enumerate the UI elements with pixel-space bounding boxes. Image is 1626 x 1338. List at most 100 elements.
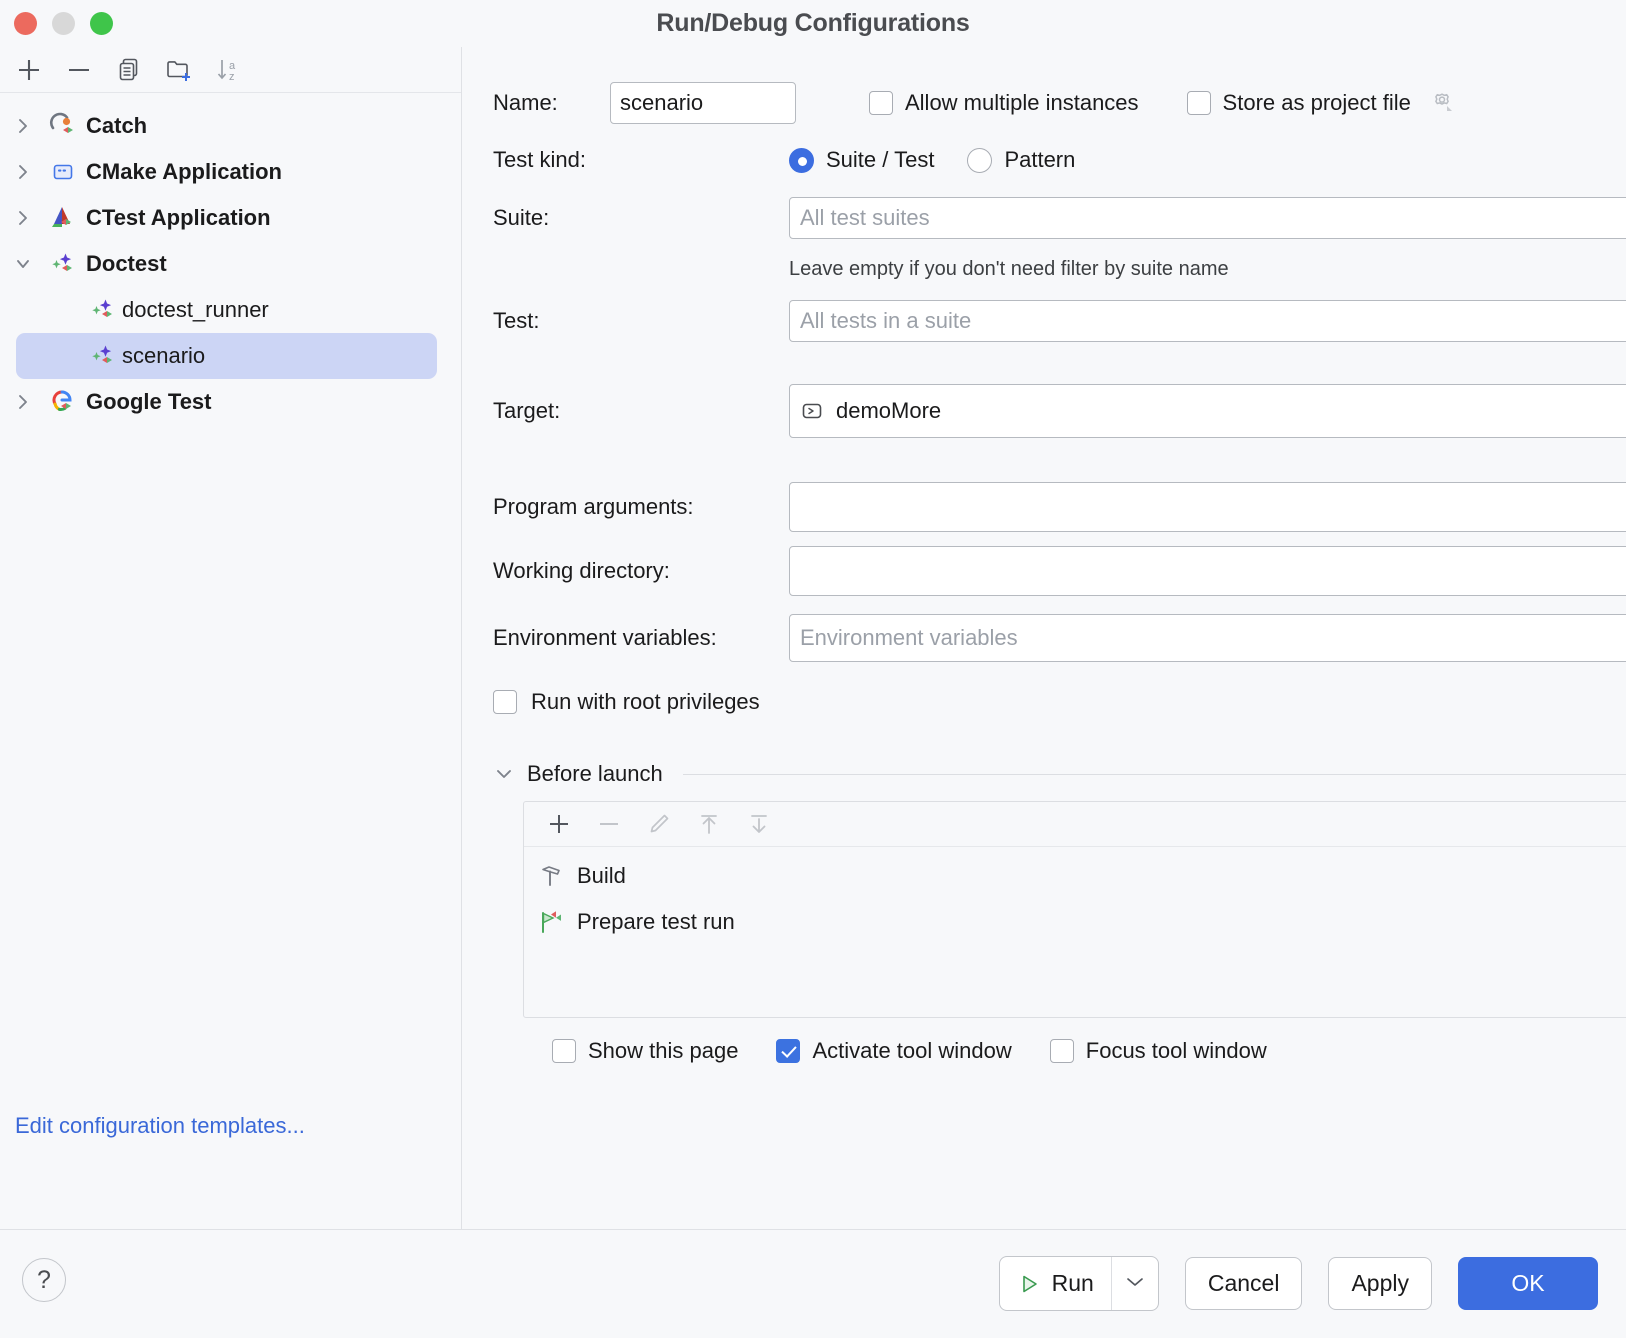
tree-item-doctest-runner[interactable]: doctest_runner bbox=[16, 287, 437, 333]
target-combobox[interactable]: demoMore bbox=[789, 384, 1626, 438]
before-launch-section-header[interactable]: Before launch bbox=[462, 761, 1626, 787]
tree-item-ctest-application[interactable]: CTest Application bbox=[0, 195, 461, 241]
run-target-icon bbox=[800, 399, 824, 423]
test-label: Test: bbox=[493, 308, 789, 334]
add-configuration-button[interactable] bbox=[6, 51, 52, 89]
cmake-icon bbox=[46, 158, 80, 186]
play-icon bbox=[1017, 1272, 1041, 1296]
googletest-icon bbox=[46, 388, 80, 416]
help-button[interactable]: ? bbox=[22, 1258, 66, 1302]
checkbox-box[interactable] bbox=[1050, 1039, 1074, 1063]
chevron-down-icon[interactable] bbox=[1125, 1275, 1145, 1293]
suite-label: Suite: bbox=[493, 205, 789, 231]
test-row: Test: All tests in a suite bbox=[462, 291, 1626, 351]
test-kind-option-label: Pattern bbox=[1004, 147, 1075, 173]
allow-multiple-instances-label: Allow multiple instances bbox=[905, 90, 1139, 116]
suite-hint: Leave empty if you don't need filter by … bbox=[462, 247, 1626, 291]
sort-configurations-button[interactable]: a z bbox=[206, 51, 252, 89]
ok-button[interactable]: OK bbox=[1458, 1257, 1598, 1310]
edit-task-button bbox=[634, 806, 684, 842]
configuration-editor: Name: Allow multiple instances Store as … bbox=[462, 47, 1626, 1229]
tree-item-label: CMake Application bbox=[86, 159, 282, 185]
tree-item-catch[interactable]: Catch bbox=[0, 103, 461, 149]
checkbox-box[interactable] bbox=[1187, 91, 1211, 115]
task-row-prepare-test-run[interactable]: Prepare test run bbox=[524, 899, 1626, 945]
target-row: Target: demoMore bbox=[462, 381, 1626, 441]
doctest-icon bbox=[86, 342, 120, 370]
suite-input[interactable]: All test suites bbox=[789, 197, 1626, 239]
task-label: Prepare test run bbox=[577, 909, 735, 935]
tree-item-label: CTest Application bbox=[86, 205, 271, 231]
allow-multiple-instances-checkbox[interactable]: Allow multiple instances bbox=[869, 90, 1139, 116]
copy-configuration-button[interactable] bbox=[106, 51, 152, 89]
tree-item-cmake-application[interactable]: CMake Application bbox=[0, 149, 461, 195]
checkbox-box[interactable] bbox=[869, 91, 893, 115]
focus-tool-window-checkbox[interactable]: Focus tool window bbox=[1050, 1038, 1267, 1064]
program-arguments-label: Program arguments: bbox=[493, 494, 789, 520]
radio-button[interactable] bbox=[789, 148, 814, 173]
test-combobox[interactable]: All tests in a suite bbox=[789, 300, 1626, 342]
configurations-tree: Catch CMake Application bbox=[0, 93, 461, 1229]
section-divider bbox=[683, 774, 1626, 775]
new-folder-button[interactable] bbox=[156, 51, 202, 89]
store-as-project-file-checkbox[interactable]: Store as project file bbox=[1187, 88, 1457, 118]
run-dropdown-button[interactable] bbox=[1111, 1257, 1158, 1310]
before-launch-task-list: Build Prepare test r bbox=[524, 847, 1626, 945]
activate-tool-window-checkbox[interactable]: Activate tool window bbox=[776, 1038, 1011, 1064]
chevron-right-icon[interactable] bbox=[0, 209, 46, 227]
chevron-down-icon[interactable] bbox=[0, 256, 46, 272]
suite-row: Suite: All test suites bbox=[462, 189, 1626, 247]
dialog-title: Run/Debug Configurations bbox=[0, 9, 1626, 38]
working-directory-label: Working directory: bbox=[493, 558, 789, 584]
apply-button[interactable]: Apply bbox=[1328, 1257, 1432, 1310]
footer-buttons: Run Cancel Apply OK bbox=[999, 1256, 1598, 1311]
run-with-root-privileges-checkbox[interactable]: Run with root privileges bbox=[462, 671, 1626, 733]
focus-tool-window-label: Focus tool window bbox=[1086, 1038, 1267, 1064]
task-row-build[interactable]: Build bbox=[524, 853, 1626, 899]
working-directory-input[interactable] bbox=[789, 546, 1626, 596]
hammer-icon bbox=[537, 862, 565, 890]
test-kind-row: Test kind: Suite / Test Pattern bbox=[462, 131, 1626, 189]
ctest-icon bbox=[46, 204, 80, 232]
chevron-right-icon[interactable] bbox=[0, 393, 46, 411]
radio-button[interactable] bbox=[967, 148, 992, 173]
edit-configuration-templates-link[interactable]: Edit configuration templates... bbox=[15, 1113, 305, 1139]
remove-configuration-button[interactable] bbox=[56, 51, 102, 89]
before-launch-title: Before launch bbox=[527, 761, 663, 787]
name-input[interactable] bbox=[610, 82, 796, 124]
add-task-button[interactable] bbox=[534, 806, 584, 842]
program-arguments-input[interactable] bbox=[789, 482, 1626, 532]
chevron-right-icon[interactable] bbox=[0, 117, 46, 135]
gear-icon[interactable] bbox=[1427, 88, 1457, 118]
checkbox-box[interactable] bbox=[493, 690, 517, 714]
doctest-icon bbox=[46, 250, 80, 278]
before-launch-options-row: Show this page Activate tool window Focu… bbox=[462, 1038, 1626, 1064]
store-as-project-file-label: Store as project file bbox=[1223, 90, 1411, 116]
run-with-root-privileges-label: Run with root privileges bbox=[531, 689, 760, 715]
cancel-button[interactable]: Cancel bbox=[1185, 1257, 1303, 1310]
title-bar: Run/Debug Configurations bbox=[0, 0, 1626, 47]
name-row: Name: Allow multiple instances Store as … bbox=[462, 75, 1626, 131]
working-directory-row: Working directory: bbox=[462, 537, 1626, 605]
task-label: Build bbox=[577, 863, 626, 889]
tree-item-google-test[interactable]: Google Test bbox=[0, 379, 461, 425]
checkbox-box[interactable] bbox=[552, 1039, 576, 1063]
environment-variables-row: Environment variables: Environment varia… bbox=[462, 605, 1626, 671]
run-split-button[interactable]: Run bbox=[999, 1256, 1159, 1311]
tree-item-scenario[interactable]: scenario bbox=[16, 333, 437, 379]
tree-item-doctest[interactable]: Doctest bbox=[0, 241, 461, 287]
remove-task-button bbox=[584, 806, 634, 842]
prepare-test-run-icon bbox=[537, 908, 565, 936]
svg-text:z: z bbox=[229, 71, 235, 83]
sidebar-toolbar: a z bbox=[0, 47, 461, 93]
checkbox-box[interactable] bbox=[776, 1039, 800, 1063]
run-button[interactable]: Run bbox=[1000, 1257, 1111, 1310]
test-kind-option-suite-test[interactable]: Suite / Test bbox=[789, 147, 934, 173]
show-this-page-checkbox[interactable]: Show this page bbox=[552, 1038, 738, 1064]
move-task-down-button bbox=[734, 806, 784, 842]
tree-item-label: Google Test bbox=[86, 389, 212, 415]
chevron-right-icon[interactable] bbox=[0, 163, 46, 181]
test-kind-option-pattern[interactable]: Pattern bbox=[967, 147, 1075, 173]
chevron-down-icon[interactable] bbox=[493, 765, 515, 783]
environment-variables-input[interactable]: Environment variables bbox=[789, 614, 1626, 662]
